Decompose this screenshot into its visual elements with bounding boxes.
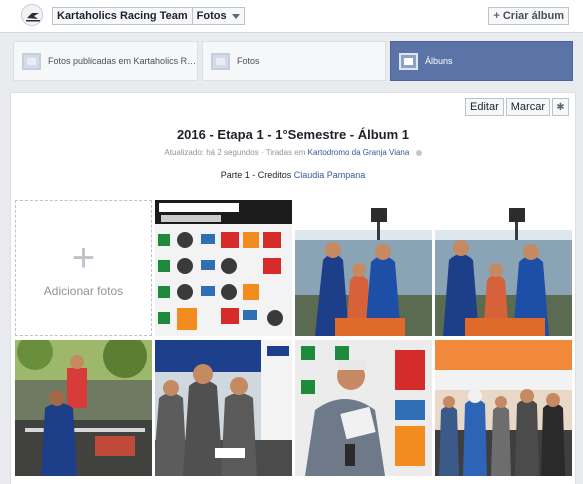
photo-icon [22, 52, 41, 70]
globe-icon [415, 149, 422, 156]
section-label: Fotos [196, 10, 227, 22]
plus-icon: + [493, 10, 500, 22]
gear-icon[interactable]: ✱ [552, 98, 569, 116]
album-title: 2016 - Etapa 1 - 1°Semestre - Álbum 1 [176, 127, 410, 142]
photographer-link[interactable]: Claudia Pampana [294, 170, 366, 180]
podium-photo-2[interactable] [435, 200, 572, 336]
sponsor-banner-photo[interactable] [155, 200, 292, 336]
location-link[interactable]: Kartodromo da Granja Viana [308, 148, 410, 157]
photo-icon [211, 52, 230, 70]
podium-photo-1[interactable] [295, 200, 432, 336]
crowd-photo[interactable] [435, 340, 572, 476]
page-name-link[interactable]: Kartaholics Racing Team [53, 8, 192, 24]
tab-published-photos[interactable]: Fotos publicadas em Kartaholics Racin... [13, 41, 198, 81]
create-album-button[interactable]: + Criar álbum [488, 7, 569, 25]
album-panel: Editar Marcar ✱ 2016 - Etapa 1 - 1°Semes… [10, 92, 576, 484]
photo-icon [399, 52, 418, 70]
track-photo[interactable] [15, 340, 152, 476]
tag-button[interactable]: Marcar [505, 98, 550, 116]
page-breadcrumb: Kartaholics Racing Team Fotos [52, 7, 245, 25]
team-group-photo[interactable] [155, 340, 292, 476]
chevron-down-icon [231, 13, 240, 19]
album-description: Parte 1 - Creditos Claudia Pampana [11, 170, 575, 180]
updated-time: Atualizado: há 2 segundos [164, 148, 259, 157]
page-name: Kartaholics Racing Team [57, 10, 188, 22]
section-dropdown[interactable]: Fotos [191, 8, 244, 24]
add-photos-label: Adicionar fotos [43, 284, 124, 298]
page-avatar[interactable] [21, 4, 43, 26]
signing-photo[interactable] [295, 340, 432, 476]
tab-label: Fotos [237, 56, 260, 66]
tab-label: Álbuns [425, 56, 453, 66]
create-album-label: Criar álbum [502, 10, 564, 22]
album-actions: Editar Marcar ✱ [465, 98, 569, 116]
top-bar: Kartaholics Racing Team Fotos + Criar ál… [0, 0, 583, 33]
description-text: Parte 1 - Creditos [220, 170, 292, 180]
album-meta: Atualizado: há 2 segundos · Tiradas em K… [11, 148, 575, 157]
plus-icon: + [71, 236, 96, 280]
tab-photos[interactable]: Fotos [202, 41, 386, 81]
photo-tabs: Fotos publicadas em Kartaholics Racin...… [13, 41, 573, 81]
tab-label: Fotos publicadas em Kartaholics Racin... [48, 56, 197, 66]
edit-button[interactable]: Editar [465, 98, 504, 116]
tab-albums[interactable]: Álbuns [390, 41, 573, 81]
add-photos-button[interactable]: + Adicionar fotos [15, 200, 152, 336]
taken-prefix: Tiradas em [265, 148, 306, 157]
